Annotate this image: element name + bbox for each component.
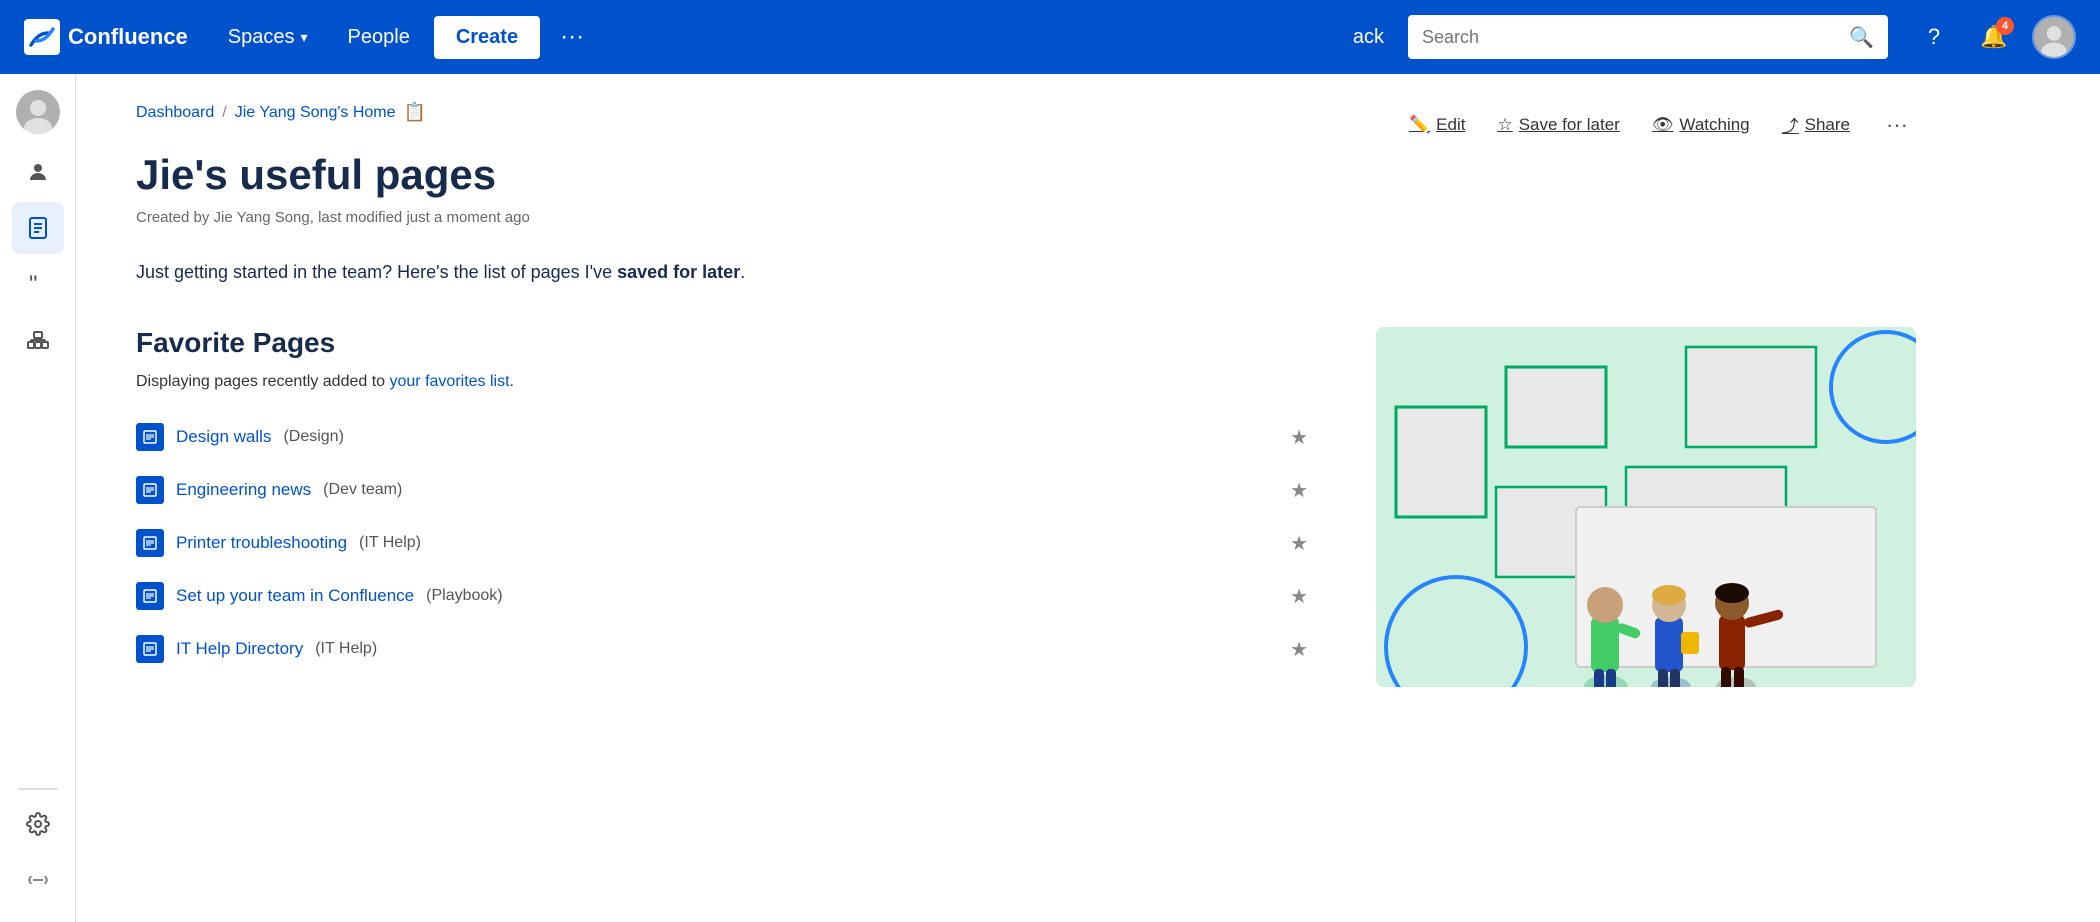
page-item-star[interactable]: ★ <box>1282 527 1316 560</box>
sidebar-item-people[interactable] <box>12 146 64 198</box>
sidebar-bottom <box>12 784 64 906</box>
page-item-icon <box>136 423 164 451</box>
list-item: Design walls (Design) ★ <box>136 411 1316 464</box>
content-wrapper: Dashboard / Jie Yang Song's Home 📋 ✏️ Ed… <box>76 74 1976 715</box>
sidebar-item-tree[interactable] <box>12 314 64 366</box>
search-input[interactable] <box>1422 27 1839 48</box>
list-item: IT Help Directory (IT Help) ★ <box>136 623 1316 676</box>
left-sidebar: " <box>0 74 76 922</box>
help-icon: ? <box>1928 24 1940 50</box>
people-nav-button[interactable]: People <box>332 18 426 57</box>
page-meta: Created by Jie Yang Song, last modified … <box>136 209 1916 226</box>
favorites-list: Design walls (Design) ★ Engineering news… <box>136 411 1316 676</box>
sidebar-divider <box>18 788 58 790</box>
breadcrumb-separator: / <box>222 104 226 122</box>
user-avatar[interactable] <box>2032 15 2076 59</box>
page-item-icon <box>136 635 164 663</box>
page-item-space: (Dev team) <box>323 481 402 499</box>
bookmark-icon[interactable]: 📋 <box>404 102 426 123</box>
confluence-logo[interactable]: Confluence <box>24 19 188 55</box>
main-content: Dashboard / Jie Yang Song's Home 📋 ✏️ Ed… <box>76 74 2100 922</box>
page-title: Jie's useful pages <box>136 151 1916 199</box>
favorites-link[interactable]: your favorites list <box>390 373 510 390</box>
page-right-column <box>1376 327 1916 687</box>
list-item: Printer troubleshooting (IT Help) ★ <box>136 517 1316 570</box>
section-desc: Displaying pages recently added to your … <box>136 373 1316 391</box>
page-item-space: (IT Help) <box>359 534 421 552</box>
breadcrumb-home[interactable]: Jie Yang Song's Home <box>235 104 396 122</box>
watching-button[interactable]: 👁 Watching <box>1648 109 1754 141</box>
eye-icon: 👁 <box>1652 115 1674 135</box>
search-icon[interactable]: 🔍 <box>1849 25 1874 50</box>
nav-right-icons: ? 🔔 4 <box>1912 15 2076 59</box>
share-button[interactable]: ⤴ Share <box>1778 106 1854 143</box>
notifications-button[interactable]: 🔔 4 <box>1972 15 2016 59</box>
page-body: Favorite Pages Displaying pages recently… <box>136 327 1916 687</box>
star-icon: ☆ <box>1497 115 1512 135</box>
create-button[interactable]: Create <box>434 16 540 59</box>
list-item: Set up your team in Confluence (Playbook… <box>136 570 1316 623</box>
more-nav-button[interactable]: ··· <box>548 15 596 59</box>
page-item-star[interactable]: ★ <box>1282 474 1316 507</box>
sidebar-item-settings[interactable] <box>12 798 64 850</box>
page-item-star[interactable]: ★ <box>1282 633 1316 666</box>
sidebar-item-quotes[interactable]: " <box>12 258 64 310</box>
page-item-space: (IT Help) <box>315 640 377 658</box>
page-intro: Just getting started in the team? Here's… <box>136 258 1916 287</box>
notification-badge: 4 <box>1996 17 2014 35</box>
svg-text:": " <box>29 272 38 296</box>
page-item-star[interactable]: ★ <box>1282 421 1316 454</box>
page-item-link[interactable]: Engineering news <box>176 480 311 500</box>
search-container: 🔍 <box>1408 15 1888 59</box>
breadcrumb-dashboard[interactable]: Dashboard <box>136 104 214 122</box>
main-layout: " <box>0 74 2100 922</box>
help-button[interactable]: ? <box>1912 15 1956 59</box>
page-actions: ✏️ Edit ☆ Save for later 👁 Watching ⤴ Sh… <box>1405 106 1916 143</box>
page-item-icon <box>136 529 164 557</box>
illustration <box>1376 327 1916 687</box>
sidebar-item-pages[interactable] <box>12 202 64 254</box>
top-navigation: Confluence Spaces ▾ People Create ··· ac… <box>0 0 2100 74</box>
page-item-link[interactable]: Set up your team in Confluence <box>176 586 414 606</box>
page-item-star[interactable]: ★ <box>1282 580 1316 613</box>
avatar-image <box>2034 17 2074 57</box>
share-icon: ⤴ <box>1782 112 1799 137</box>
spaces-chevron-icon: ▾ <box>301 29 308 46</box>
back-button[interactable]: ack <box>1337 18 1400 57</box>
page-item-space: (Design) <box>283 428 343 446</box>
page-item-link[interactable]: Design walls <box>176 427 271 447</box>
breadcrumb: Dashboard / Jie Yang Song's Home 📋 <box>136 102 426 123</box>
list-item: Engineering news (Dev team) ★ <box>136 464 1316 517</box>
page-item-link[interactable]: IT Help Directory <box>176 639 303 659</box>
page-left-column: Favorite Pages Displaying pages recently… <box>136 327 1316 687</box>
page-item-space: (Playbook) <box>426 587 502 605</box>
spaces-menu[interactable]: Spaces ▾ <box>212 18 324 57</box>
page-item-icon <box>136 582 164 610</box>
sidebar-avatar[interactable] <box>16 90 60 134</box>
more-actions-button[interactable]: ··· <box>1878 108 1916 142</box>
edit-button[interactable]: ✏️ Edit <box>1405 109 1469 141</box>
pencil-icon: ✏️ <box>1409 115 1430 135</box>
page-item-link[interactable]: Printer troubleshooting <box>176 533 347 553</box>
sidebar-item-expand[interactable] <box>12 854 64 906</box>
save-for-later-button[interactable]: ☆ Save for later <box>1493 109 1623 141</box>
page-item-icon <box>136 476 164 504</box>
section-title: Favorite Pages <box>136 327 1316 359</box>
